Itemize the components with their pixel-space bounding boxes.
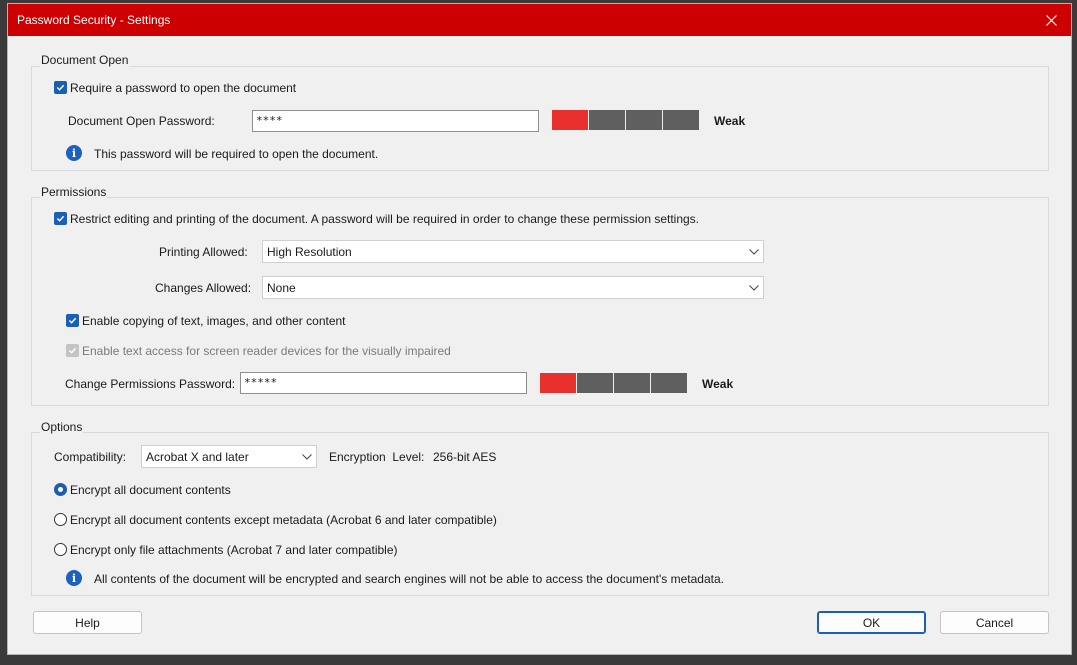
title-bar: Password Security - Settings	[8, 4, 1071, 36]
printing-allowed-value: High Resolution	[267, 244, 352, 259]
chevron-down-icon	[302, 453, 312, 460]
dialog-title: Password Security - Settings	[17, 13, 171, 27]
printing-allowed-select[interactable]: High Resolution	[262, 240, 764, 263]
strength-segment	[626, 110, 662, 130]
check-icon	[68, 347, 77, 354]
ok-button[interactable]: OK	[817, 611, 926, 634]
changes-allowed-select[interactable]: None	[262, 276, 764, 299]
info-icon: i	[66, 570, 82, 586]
open-password-strength-meter	[552, 110, 699, 130]
encryption-level-value: 256-bit AES	[433, 450, 497, 464]
strength-segment	[552, 110, 588, 130]
encryption-level-label: Encryption Level:	[329, 450, 425, 464]
permissions-password-label: Change Permissions Password:	[65, 377, 236, 391]
open-password-field[interactable]: ****	[252, 110, 539, 132]
restrict-editing-label: Restrict editing and printing of the doc…	[70, 212, 700, 226]
encrypt-all-radio[interactable]	[54, 483, 67, 496]
screen-reader-label: Enable text access for screen reader dev…	[82, 344, 451, 358]
encrypt-attachments-radio[interactable]	[54, 543, 67, 556]
help-button[interactable]: Help	[33, 611, 142, 634]
screen-reader-checkbox	[66, 344, 79, 357]
compatibility-value: Acrobat X and later	[146, 449, 249, 464]
encrypt-except-metadata-radio[interactable]	[54, 513, 67, 526]
chevron-down-icon	[749, 284, 759, 291]
permissions-password-field[interactable]: *****	[240, 372, 527, 394]
close-icon	[1045, 14, 1057, 26]
permissions-password-strength-text: Weak	[702, 377, 734, 391]
enable-copying-label: Enable copying of text, images, and othe…	[82, 314, 346, 328]
strength-segment	[540, 373, 576, 393]
info-icon: i	[66, 145, 82, 161]
strength-segment	[589, 110, 625, 130]
open-password-label: Document Open Password:	[68, 114, 215, 128]
compatibility-label: Compatibility:	[54, 450, 127, 464]
encrypt-all-label: Encrypt all document contents	[70, 483, 231, 497]
encryption-info: All contents of the document will be enc…	[94, 572, 724, 586]
strength-segment	[651, 373, 687, 393]
options-heading: Options	[40, 420, 84, 434]
close-button[interactable]	[1031, 4, 1071, 36]
document-open-heading: Document Open	[40, 53, 130, 67]
chevron-down-icon	[749, 248, 759, 255]
check-icon	[68, 317, 77, 324]
permissions-password-strength-meter	[540, 373, 687, 393]
require-password-label: Require a password to open the document	[70, 81, 297, 95]
enable-copying-checkbox[interactable]	[66, 314, 79, 327]
password-security-dialog: Password Security - Settings Document Op…	[7, 3, 1072, 655]
printing-allowed-label: Printing Allowed:	[159, 245, 248, 259]
check-icon	[56, 215, 65, 222]
changes-allowed-label: Changes Allowed:	[155, 281, 252, 295]
compatibility-select[interactable]: Acrobat X and later	[141, 445, 317, 468]
encrypt-attachments-label: Encrypt only file attachments (Acrobat 7…	[70, 543, 398, 557]
strength-segment	[663, 110, 699, 130]
encrypt-except-metadata-label: Encrypt all document contents except met…	[70, 513, 497, 527]
strength-segment	[614, 373, 650, 393]
open-password-info: This password will be required to open t…	[94, 147, 379, 161]
changes-allowed-value: None	[267, 280, 296, 295]
require-password-checkbox[interactable]	[54, 81, 67, 94]
check-icon	[56, 84, 65, 91]
strength-segment	[577, 373, 613, 393]
restrict-editing-checkbox[interactable]	[54, 212, 67, 225]
cancel-button[interactable]: Cancel	[940, 611, 1049, 634]
permissions-heading: Permissions	[40, 185, 108, 199]
open-password-strength-text: Weak	[714, 114, 746, 128]
